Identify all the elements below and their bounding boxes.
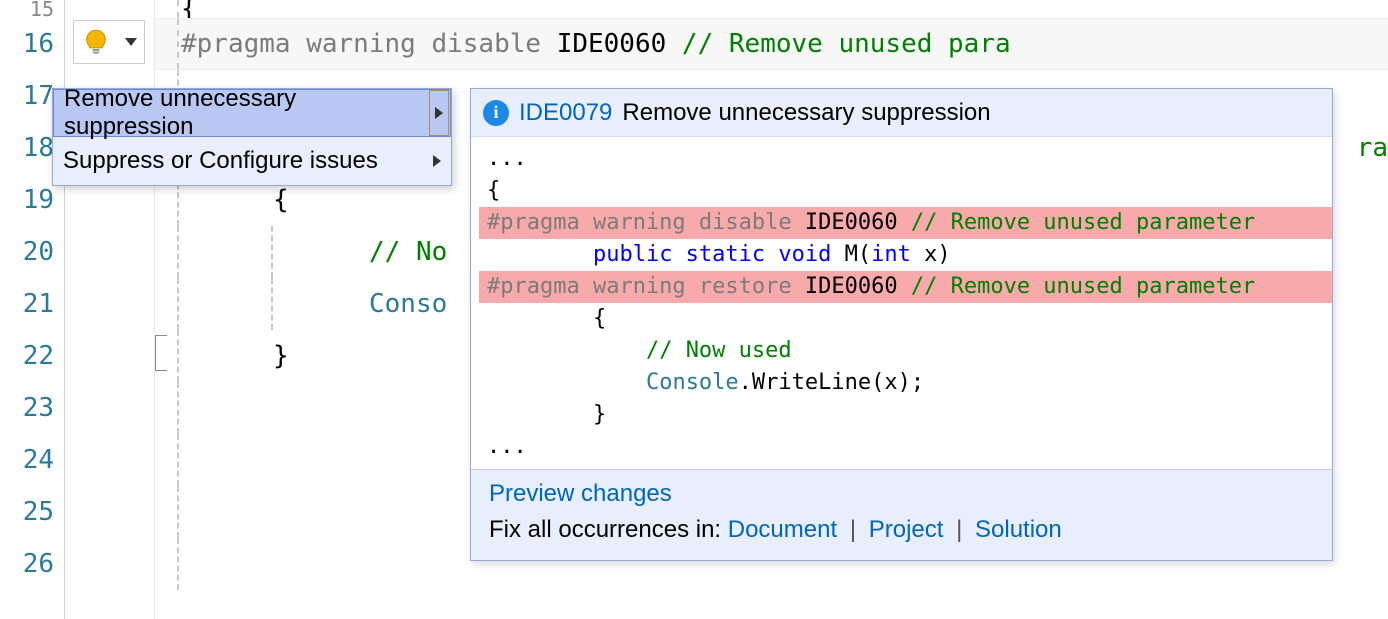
quick-actions-lightbulb-button[interactable] [73,20,145,64]
chevron-right-icon [433,155,441,167]
rule-description: Remove unnecessary suppression [622,99,990,127]
line-number: 21 [0,278,64,330]
line-number: 20 [0,226,64,278]
qa-item-suppress-configure[interactable]: Suppress or Configure issues [53,137,451,185]
line-number: 25 [0,486,64,538]
code-line[interactable]: #pragma warning disable IDE0060 // Remov… [155,18,1388,70]
qa-item-label: Suppress or Configure issues [63,147,378,175]
chevron-down-icon [125,38,137,46]
lightbulb-icon [82,28,110,56]
fix-scope-row: Fix all occurrences in: Document | Proje… [489,516,1314,544]
line-number: 15 [0,0,64,18]
line-number: 24 [0,434,64,486]
line-number: 22 [0,330,64,382]
quick-actions-menu: Remove unnecessary suppression Suppress … [52,88,452,186]
fix-scope-document[interactable]: Document [728,516,837,543]
qa-item-remove-suppression[interactable]: Remove unnecessary suppression [53,89,451,137]
qa-item-label: Remove unnecessary suppression [64,85,429,141]
fix-scope-project[interactable]: Project [869,516,944,543]
info-icon: i [483,100,509,126]
rule-id-link[interactable]: IDE0079 [519,99,612,127]
preview-footer: Preview changes Fix all occurrences in: … [471,469,1332,560]
fix-scope-solution[interactable]: Solution [975,516,1062,543]
diff-removed-line: #pragma warning disable IDE0060 // Remov… [479,207,1332,239]
fix-preview-panel: i IDE0079 Remove unnecessary suppression… [470,88,1333,561]
preview-header: i IDE0079 Remove unnecessary suppression [471,89,1332,137]
line-number: 26 [0,538,64,590]
diff-preview: ... { #pragma warning disable IDE0060 //… [471,137,1332,469]
chevron-right-icon [435,107,443,119]
line-number: 23 [0,382,64,434]
preview-changes-link[interactable]: Preview changes [489,480,1314,508]
line-number: 16 [0,18,64,70]
submenu-expand-button[interactable] [429,90,449,136]
diff-removed-line: #pragma warning restore IDE0060 // Remov… [479,271,1332,303]
fix-scope-label: Fix all occurrences in: [489,516,728,543]
